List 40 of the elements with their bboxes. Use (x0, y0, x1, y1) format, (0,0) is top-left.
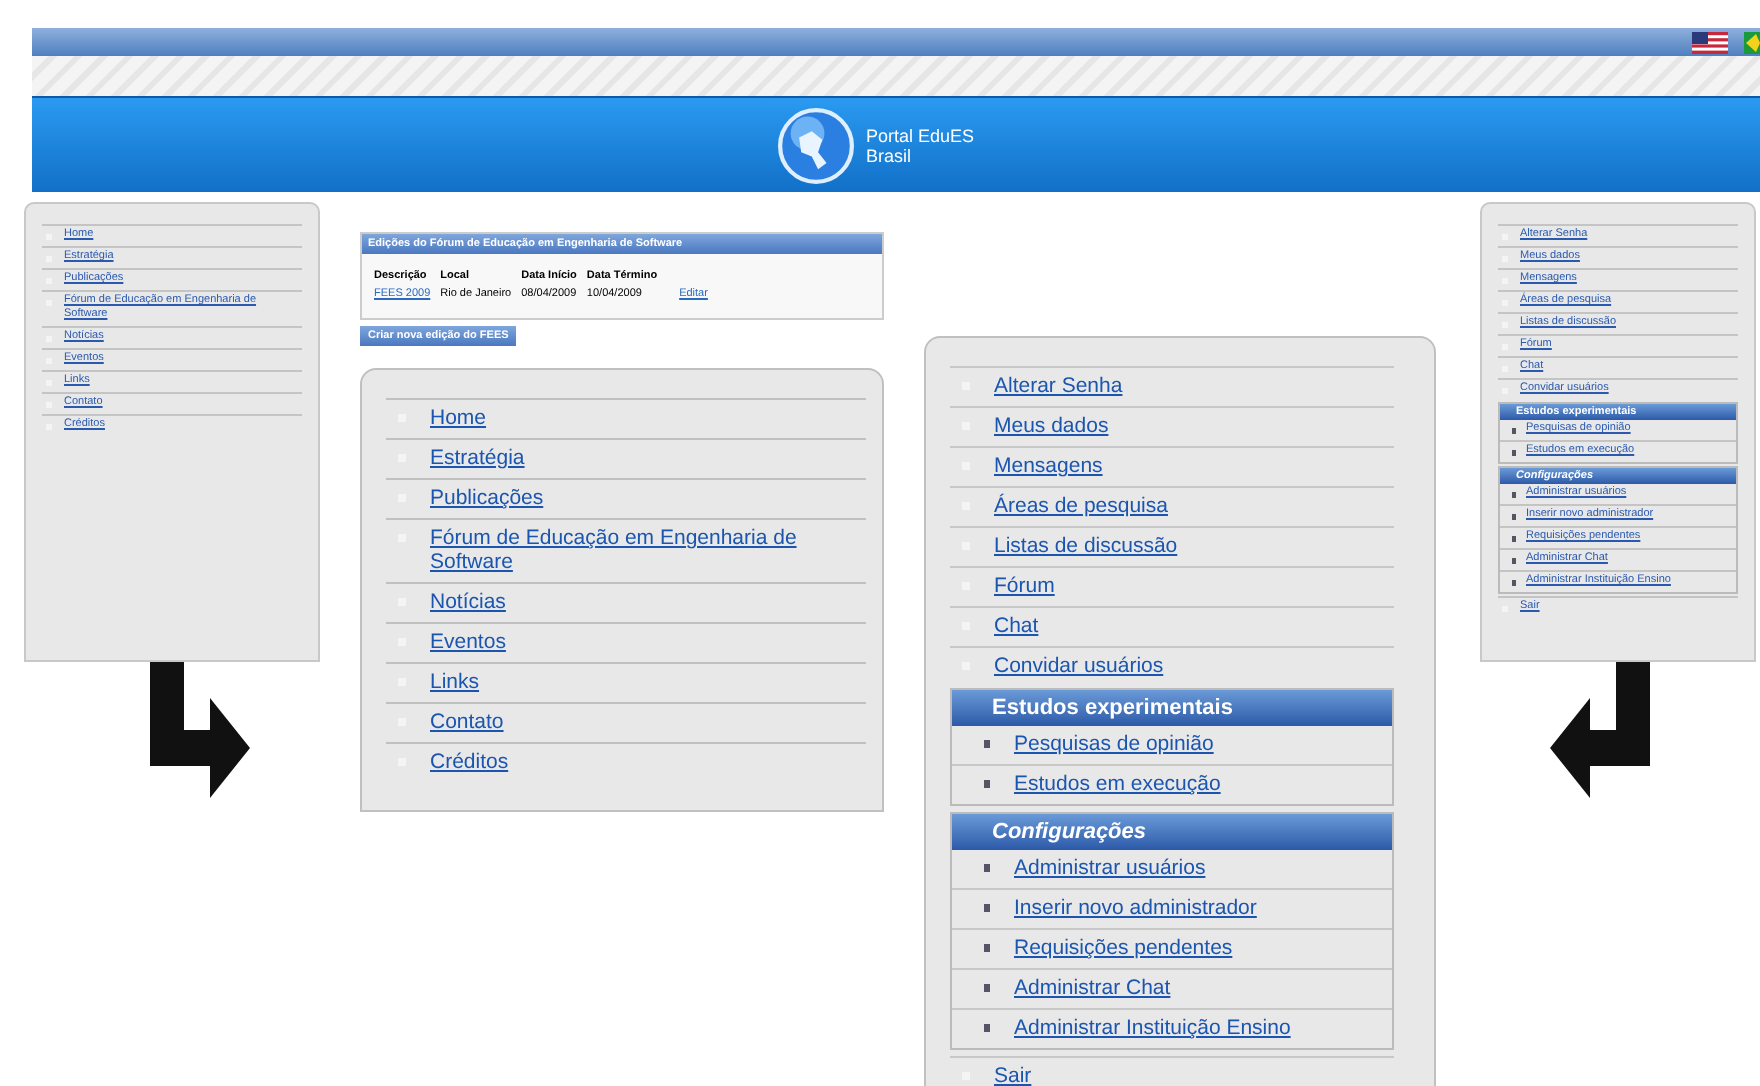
menu-link[interactable]: Áreas de pesquisa (994, 494, 1168, 518)
menu-link[interactable]: Administrar usuários (1014, 856, 1206, 880)
menu-link[interactable]: Estratégia (430, 446, 525, 470)
menu-link[interactable]: Meus dados (994, 414, 1109, 438)
menu-link[interactable]: Fórum de Educação em Engenharia de Software (430, 526, 866, 574)
portal-title: Portal EduES (865, 125, 975, 145)
menu-link[interactable]: Home (430, 406, 487, 430)
menu-link[interactable]: Listas de discussão (994, 534, 1178, 558)
menu-link[interactable]: Publicações (430, 486, 544, 510)
bullet-icon (984, 1024, 990, 1032)
bullet-icon (984, 904, 990, 912)
menu-link[interactable]: Fórum (994, 574, 1055, 598)
us-flag-icon[interactable] (1692, 31, 1728, 53)
menu-link[interactable]: Contato (430, 710, 504, 734)
bullet-icon (984, 864, 990, 872)
menu-link[interactable]: Estudos em execução (1014, 772, 1221, 796)
arrow-icon (150, 662, 250, 798)
menu-link[interactable]: Administrar Instituição Ensino (1014, 1016, 1291, 1040)
menu-link[interactable]: Requisições pendentes (1014, 936, 1233, 960)
bullet-icon (984, 984, 990, 992)
portal-title: Brasil (865, 145, 913, 165)
menu-link[interactable]: Inserir novo administrador (1014, 896, 1257, 920)
menu-link[interactable]: Links (430, 670, 480, 694)
menu-link[interactable]: Notícias (430, 590, 506, 614)
menu-link[interactable]: Alterar Senha (994, 374, 1123, 398)
bullet-icon (984, 944, 990, 952)
menu-link[interactable]: Pesquisas de opinião (1014, 732, 1214, 756)
globe-logo-icon (777, 107, 854, 183)
arrow-icon (1550, 662, 1650, 798)
menu-link[interactable]: Administrar Chat (1014, 976, 1171, 1000)
menu-link[interactable]: Convidar usuários (994, 654, 1164, 678)
bullet-icon (984, 780, 990, 788)
menu-link[interactable]: Chat (994, 614, 1039, 638)
bullet-icon (984, 740, 990, 748)
menu-link[interactable]: Sair (994, 1064, 1032, 1086)
section-header: Configurações (952, 814, 1392, 850)
menu-link[interactable]: Mensagens (994, 454, 1103, 478)
section-header: Estudos experimentais (952, 690, 1392, 726)
menu-link[interactable]: Eventos (430, 630, 506, 654)
menu-link[interactable]: Créditos (430, 750, 509, 774)
